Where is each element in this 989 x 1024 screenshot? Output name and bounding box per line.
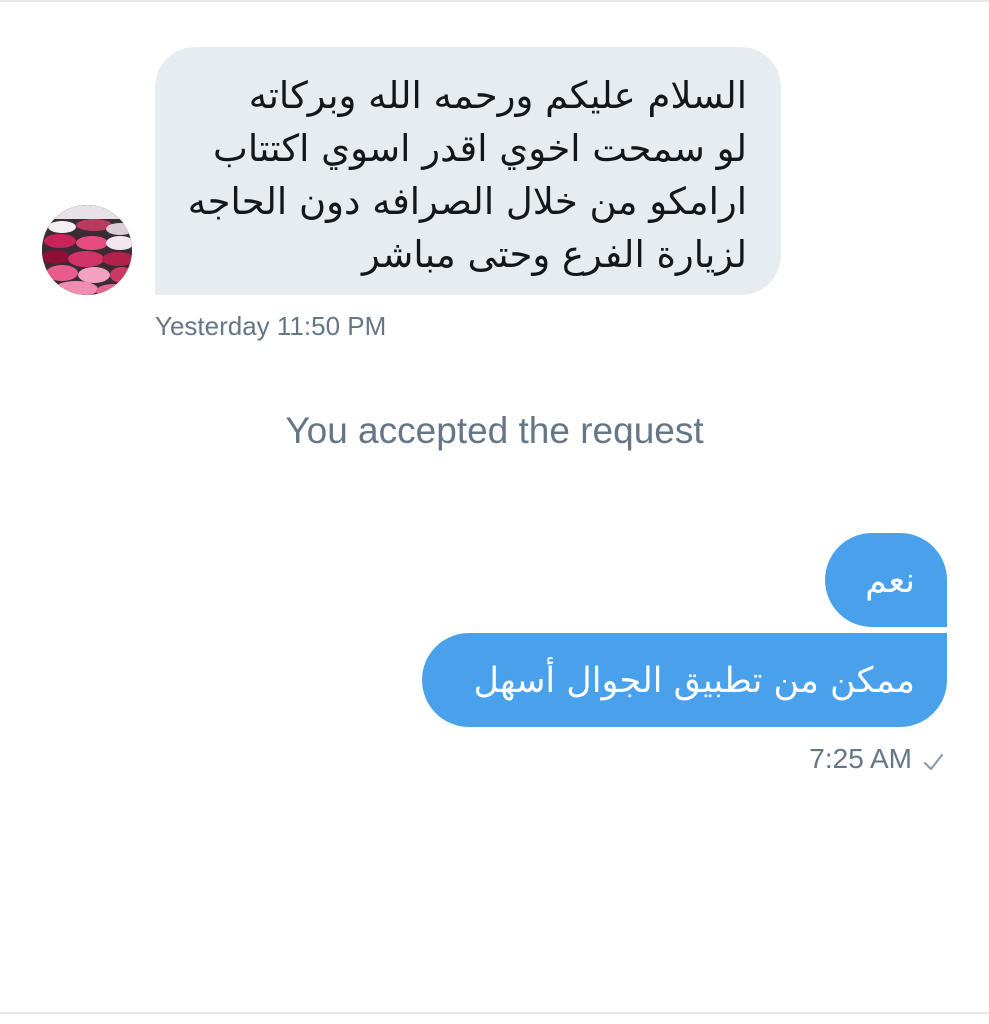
outgoing-message-bubble[interactable]: ممكن من تطبيق الجوال أسهل: [422, 633, 947, 727]
incoming-message-line: السلام عليكم ورحمه الله وبركاته: [248, 74, 747, 117]
incoming-message-line: لو سمحت اخوي اقدر اسوي اكتتاب: [213, 127, 747, 170]
outgoing-message-text: نعم: [865, 561, 915, 601]
outgoing-message-text: ممكن من تطبيق الجوال أسهل: [473, 661, 915, 701]
outgoing-message-timestamp: 7:25 AM: [809, 743, 912, 774]
incoming-message-timestamp: Yesterday 11:50 PM: [155, 311, 387, 341]
checkmark-icon: [922, 748, 944, 770]
flowers-avatar-image: [42, 205, 132, 295]
incoming-message-line: لزيارة الفرع وحتى مباشر: [362, 233, 747, 276]
incoming-message-bubble[interactable]: السلام عليكم ورحمه الله وبركاته لو سمحت …: [155, 47, 781, 295]
sender-avatar[interactable]: [42, 205, 132, 295]
top-divider: [0, 0, 989, 2]
request-accepted-notice: You accepted the request: [285, 410, 704, 451]
bottom-divider: [0, 1012, 989, 1014]
outgoing-message-bubble[interactable]: نعم: [825, 533, 947, 627]
outgoing-message-status: 7:25 AM: [809, 743, 944, 775]
incoming-message-line: ارامكو من خلال الصرافه دون الحاجه: [187, 180, 747, 223]
